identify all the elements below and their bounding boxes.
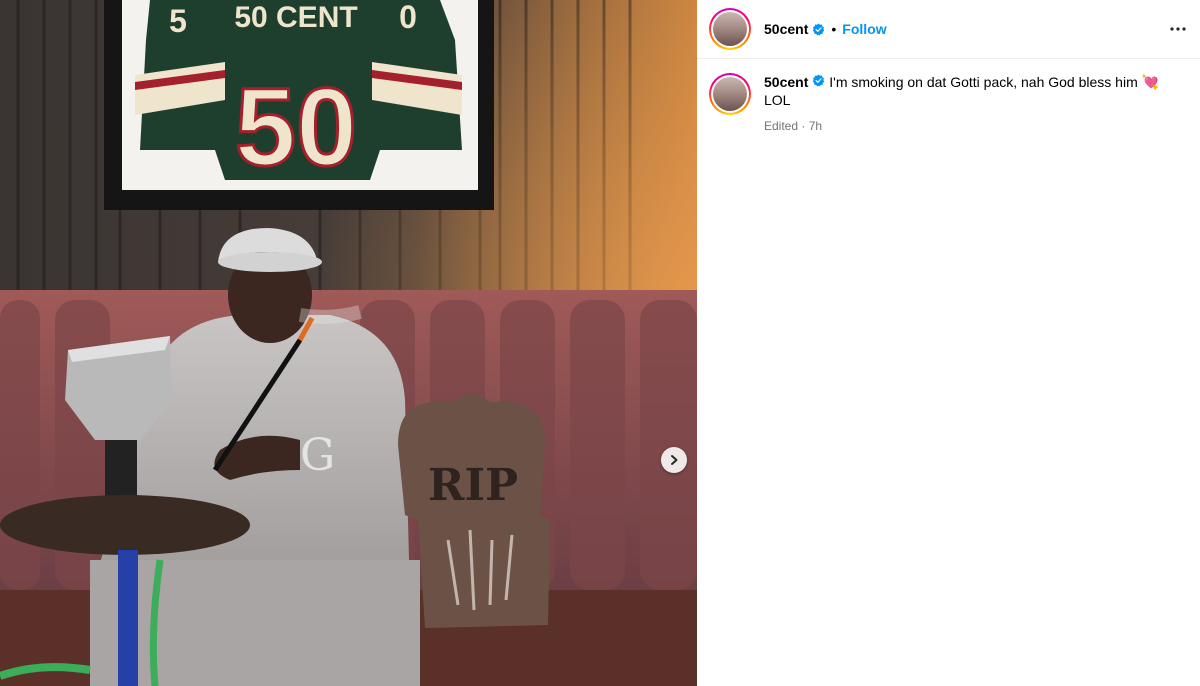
jersey-sleeve-right-text: 0: [399, 0, 417, 35]
post-meta: Edited · 7h: [764, 119, 1174, 133]
caption-body: 50cent I'm smoking on dat Gotti pack, na…: [764, 73, 1174, 133]
jersey-sleeve-left-text: 5: [169, 3, 187, 39]
caption-username[interactable]: 50cent: [764, 74, 808, 90]
caption-avatar-image: [713, 77, 747, 111]
header-separator: •: [831, 21, 837, 37]
post-photo: 50 CENT 50 5 0 G RIP: [0, 0, 697, 686]
caption-row: 50cent I'm smoking on dat Gotti pack, na…: [697, 59, 1200, 133]
carousel-next-button[interactable]: [661, 447, 687, 473]
post-header: 50cent • Follow: [697, 0, 1200, 59]
post-side-panel: 50cent • Follow 50cent I'm smoking on da…: [697, 0, 1200, 686]
tombstone-text: RIP: [428, 460, 518, 511]
jersey-name-text: 50 CENT: [234, 1, 357, 34]
meta-separator: ·: [798, 119, 809, 133]
avatar[interactable]: [709, 8, 751, 50]
header-username[interactable]: 50cent: [764, 21, 808, 37]
post-timestamp[interactable]: 7h: [809, 119, 822, 133]
chevron-right-icon: [671, 455, 678, 465]
post-media[interactable]: 50 CENT 50 5 0 G RIP: [0, 0, 697, 686]
verified-badge-icon: [812, 23, 825, 36]
caption-avatar[interactable]: [709, 73, 751, 115]
follow-button[interactable]: Follow: [842, 21, 886, 37]
edited-label: Edited: [764, 119, 799, 133]
caption-text-block: 50cent I'm smoking on dat Gotti pack, na…: [764, 73, 1174, 109]
avatar-image: [713, 12, 747, 46]
more-options-button[interactable]: [1170, 27, 1186, 31]
jersey-number-text: 50: [235, 66, 357, 189]
verified-badge-icon: [812, 74, 825, 87]
svg-text:G: G: [300, 430, 335, 481]
more-options-icon: [1170, 27, 1186, 31]
